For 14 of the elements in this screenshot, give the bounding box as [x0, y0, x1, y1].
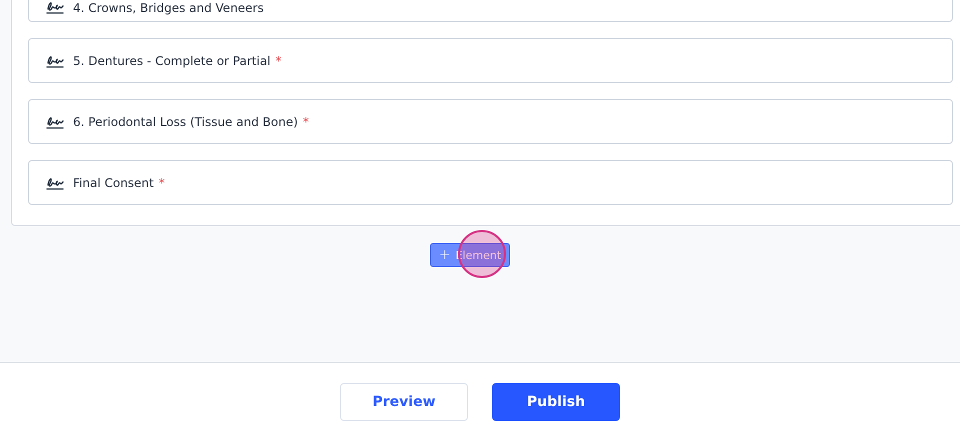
- preview-button[interactable]: Preview: [340, 383, 468, 421]
- field-label: 6. Periodontal Loss (Tissue and Bone): [73, 114, 298, 128]
- required-mark: *: [302, 114, 309, 128]
- signature-field[interactable]: 4. Crowns, Bridges and Veneers: [28, 0, 953, 22]
- signature-field[interactable]: Final Consent *: [28, 160, 953, 205]
- signature-field[interactable]: 6. Periodontal Loss (Tissue and Bone) *: [28, 99, 953, 144]
- required-mark: *: [276, 54, 282, 68]
- signature-field[interactable]: 5. Dentures - Complete or Partial *: [28, 38, 953, 83]
- field-label: Final Consent: [73, 176, 154, 190]
- publish-button[interactable]: Publish: [492, 383, 620, 421]
- required-mark: *: [158, 176, 165, 190]
- signature-icon: [46, 0, 64, 15]
- field-label: 5. Dentures - Complete or Partial: [73, 54, 271, 68]
- field-label: 4. Crowns, Bridges and Veneers: [73, 1, 264, 15]
